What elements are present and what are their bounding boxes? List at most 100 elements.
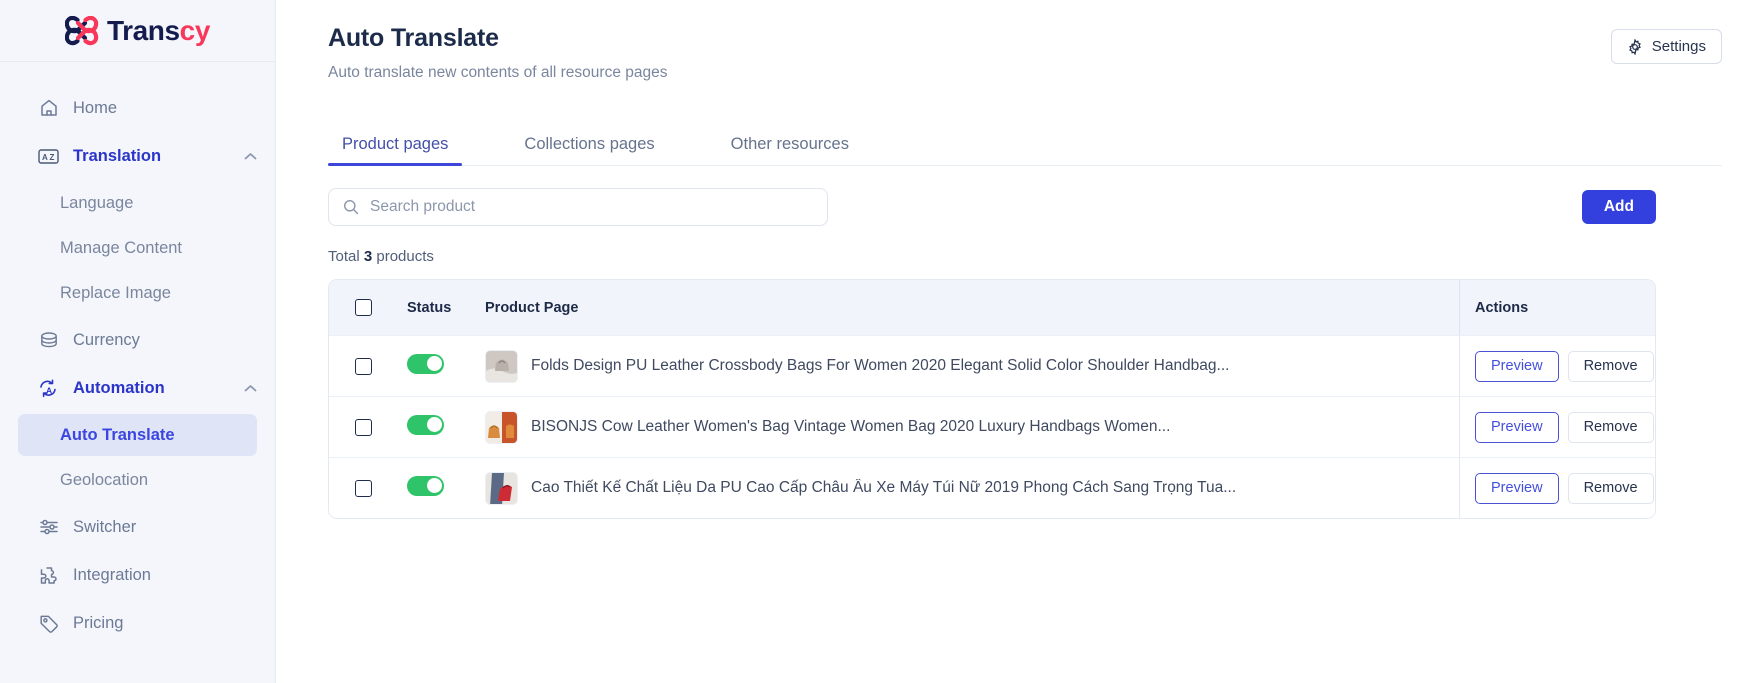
tab-product-pages[interactable]: Product pages (328, 135, 463, 166)
settings-button-label: Settings (1651, 38, 1706, 55)
total-products-summary: Total 3 products (328, 248, 1722, 265)
main-content: Auto Translate Auto translate new conten… (276, 0, 1752, 683)
row-select-cell (329, 357, 407, 375)
sidebar-item-translation-label: Translation (73, 146, 162, 165)
row-product-cell: Folds Design PU Leather Crossbody Bags F… (483, 349, 1459, 383)
coins-icon (38, 330, 59, 351)
chevron-up-icon[interactable] (243, 149, 257, 163)
search-box[interactable] (328, 188, 828, 226)
puzzle-icon (38, 565, 59, 586)
sidebar-item-currency-label: Currency (73, 330, 140, 349)
sidebar-item-switcher[interactable]: Switcher (0, 505, 275, 549)
app-root: Transcy Home A Z Translation Language Ma… (0, 0, 1752, 683)
row-checkbox[interactable] (355, 479, 372, 497)
sidebar-item-pricing[interactable]: Pricing (0, 601, 275, 645)
sidebar-item-automation-label: Automation (73, 378, 165, 397)
row-product-cell: BISONJS Cow Leather Women's Bag Vintage … (483, 410, 1459, 444)
row-status-cell (407, 414, 483, 440)
sidebar-item-currency[interactable]: Currency (0, 318, 275, 362)
transcy-knot-logo-icon (64, 15, 99, 46)
row-select-cell (329, 418, 407, 436)
row-product-cell: Cao Thiết Kế Chất Liệu Da PU Cao Cấp Châ… (483, 471, 1459, 505)
header-actions: Actions (1459, 280, 1655, 335)
tab-other-resources-label: Other resources (730, 135, 849, 153)
page-subtitle: Auto translate new contents of all resou… (328, 64, 668, 81)
row-actions-cell: Preview Remove (1459, 397, 1655, 457)
sidebar-item-replace-image[interactable]: Replace Image (0, 272, 275, 314)
search-icon (343, 199, 359, 215)
sidebar-item-geolocation[interactable]: Geolocation (0, 459, 275, 501)
sidebar-item-automation[interactable]: A Automation (0, 366, 275, 410)
brand-logo[interactable]: Transcy (0, 0, 275, 62)
gear-icon (1627, 38, 1643, 55)
sidebar-item-integration[interactable]: Integration (0, 553, 275, 597)
header-product-page: Product Page (485, 299, 579, 316)
sidebar-item-manage-content-label: Manage Content (60, 238, 183, 257)
preview-button[interactable]: Preview (1475, 411, 1559, 443)
sidebar-item-pricing-label: Pricing (73, 613, 124, 632)
table-row: BISONJS Cow Leather Women's Bag Vintage … (329, 396, 1655, 457)
preview-button[interactable]: Preview (1475, 472, 1559, 504)
status-toggle[interactable] (407, 414, 444, 435)
settings-button[interactable]: Settings (1610, 29, 1722, 64)
handbag-white-thumbnail (485, 349, 518, 383)
total-suffix: products (376, 248, 434, 265)
status-toggle[interactable] (407, 353, 444, 374)
product-title[interactable]: Cao Thiết Kế Chất Liệu Da PU Cao Cấp Châ… (531, 479, 1236, 497)
sidebar-nav: Home A Z Translation Language Manage Con… (0, 62, 275, 645)
sidebar-item-geolocation-label: Geolocation (60, 470, 149, 489)
select-all-checkbox[interactable] (355, 299, 372, 316)
row-checkbox[interactable] (355, 357, 372, 375)
product-title[interactable]: BISONJS Cow Leather Women's Bag Vintage … (531, 418, 1170, 436)
page-header: Auto Translate Auto translate new conten… (328, 24, 1722, 82)
remove-button[interactable]: Remove (1567, 350, 1654, 382)
row-status-cell (407, 353, 483, 379)
sidebar-item-manage-content[interactable]: Manage Content (0, 227, 275, 269)
remove-button[interactable]: Remove (1567, 472, 1654, 504)
sliders-icon (38, 517, 59, 538)
svg-text:A: A (42, 153, 48, 162)
sidebar-item-translation[interactable]: A Z Translation (0, 134, 275, 178)
status-toggle[interactable] (407, 475, 444, 496)
tab-collections-pages-label: Collections pages (524, 135, 655, 153)
sidebar-item-auto-translate-label: Auto Translate (60, 425, 175, 444)
svg-text:Z: Z (50, 153, 55, 162)
products-table: Status Product Page Actions Folds Design… (328, 279, 1656, 519)
row-status-cell (407, 475, 483, 501)
total-prefix: Total (328, 248, 360, 265)
tab-other-resources[interactable]: Other resources (717, 135, 863, 165)
table-row: Cao Thiết Kế Chất Liệu Da PU Cao Cấp Châ… (329, 457, 1655, 518)
table-row: Folds Design PU Leather Crossbody Bags F… (329, 335, 1655, 396)
page-title: Auto Translate (328, 24, 499, 52)
product-title[interactable]: Folds Design PU Leather Crossbody Bags F… (531, 357, 1229, 375)
sidebar: Transcy Home A Z Translation Language Ma… (0, 0, 276, 683)
sidebar-item-home[interactable]: Home (0, 86, 275, 130)
sidebar-item-language[interactable]: Language (0, 182, 275, 224)
chevron-up-icon[interactable] (243, 381, 257, 395)
sidebar-item-home-label: Home (73, 98, 118, 117)
handbag-orange-thumbnail (485, 410, 518, 444)
brand-name-pink: cy (179, 14, 211, 46)
sidebar-item-switcher-label: Switcher (73, 517, 137, 536)
sidebar-item-replace-image-label: Replace Image (60, 283, 171, 302)
toolbar: Add (328, 188, 1722, 226)
sidebar-item-auto-translate[interactable]: Auto Translate (18, 414, 257, 456)
tab-collections-pages[interactable]: Collections pages (510, 135, 668, 165)
add-button[interactable]: Add (1581, 190, 1656, 224)
tab-bar: Product pages Collections pages Other re… (328, 124, 1722, 166)
row-select-cell (329, 479, 407, 497)
handbag-red-thumbnail (485, 471, 518, 505)
automation-refresh-a-icon: A (38, 378, 59, 399)
brand-name-dark: Trans (106, 14, 180, 46)
remove-button[interactable]: Remove (1567, 411, 1654, 443)
preview-button[interactable]: Preview (1475, 350, 1559, 382)
sidebar-item-language-label: Language (60, 193, 134, 212)
search-input[interactable] (370, 198, 813, 216)
sidebar-item-integration-label: Integration (73, 565, 151, 584)
tag-icon (38, 613, 59, 634)
total-count: 3 (363, 248, 373, 265)
header-select-all-cell (329, 299, 407, 316)
row-checkbox[interactable] (355, 418, 372, 436)
tab-product-pages-label: Product pages (342, 135, 449, 153)
home-icon (38, 98, 59, 119)
